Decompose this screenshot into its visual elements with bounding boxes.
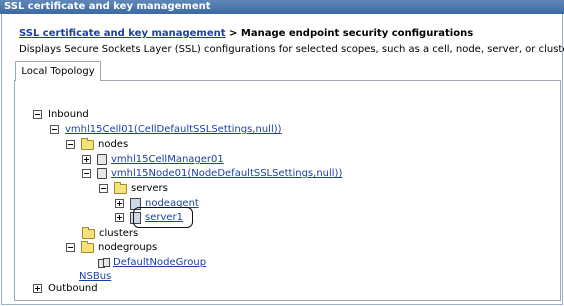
tree-item-nodes: nodes (66, 137, 129, 151)
tree-item-nodegroups: nodegroups (66, 240, 158, 254)
tree-label-nodes: nodes (98, 139, 129, 150)
tab-body (14, 80, 561, 301)
collapse-toggle-icon[interactable] (82, 169, 91, 178)
tab-local-topology[interactable]: Local Topology (15, 61, 101, 81)
tree-label-outbound: Outbound (48, 283, 98, 294)
tree-link-node[interactable]: vmhl15Node01(NodeDefaultSSLSettings,null… (111, 167, 342, 180)
folder-icon (81, 240, 94, 253)
expand-toggle-icon[interactable] (33, 284, 42, 293)
window-title: SSL certificate and key management (0, 0, 564, 14)
node-group-icon (98, 258, 110, 268)
breadcrumb-separator: > (229, 28, 238, 39)
collapse-toggle-icon[interactable] (50, 125, 59, 134)
tree-link-default-node-group[interactable]: DefaultNodeGroup (113, 256, 206, 269)
tree-item-servers: servers (99, 181, 168, 195)
tree-label-inbound: Inbound (48, 109, 89, 120)
tree-item-cell: vmhl15Cell01(CellDefaultSSLSettings,null… (50, 123, 282, 136)
collapse-toggle-icon[interactable] (66, 243, 75, 252)
node-icon (97, 168, 107, 179)
folder-icon (82, 226, 95, 239)
tree-item-cell-manager: vmhl15CellManager01 (82, 153, 224, 166)
tree-label-nodegroups: nodegroups (98, 242, 158, 253)
breadcrumb-link-ssl-management[interactable]: SSL certificate and key management (19, 28, 226, 39)
server1-highlight-outline (133, 207, 193, 228)
breadcrumb: SSL certificate and key management > Man… (19, 28, 473, 39)
breadcrumb-current: Manage endpoint security configurations (240, 28, 474, 39)
collapse-toggle-icon[interactable] (99, 184, 108, 193)
folder-icon (81, 137, 94, 150)
tree-link-cell-manager[interactable]: vmhl15CellManager01 (111, 153, 224, 166)
tree-item-outbound: Outbound (33, 282, 98, 295)
collapse-toggle-icon[interactable] (66, 140, 75, 149)
collapse-toggle-icon[interactable] (33, 110, 42, 119)
expand-toggle-icon[interactable] (115, 199, 124, 208)
page: SSL certificate and key management SSL c… (0, 0, 564, 306)
page-description: Displays Secure Sockets Layer (SSL) conf… (19, 44, 564, 55)
tree-item-node: vmhl15Node01(NodeDefaultSSLSettings,null… (82, 167, 342, 180)
expand-toggle-icon[interactable] (82, 155, 91, 164)
tree-item-default-node-group: DefaultNodeGroup (98, 256, 206, 269)
tree-label-servers: servers (131, 183, 168, 194)
open-folder-icon (114, 181, 127, 194)
node-icon (97, 154, 107, 165)
tree-label-clusters: clusters (99, 228, 139, 239)
expand-toggle-icon[interactable] (115, 213, 124, 222)
tree-link-cell[interactable]: vmhl15Cell01(CellDefaultSSLSettings,null… (65, 123, 282, 136)
tree-item-clusters: clusters (82, 226, 139, 240)
tree-item-inbound: Inbound (33, 108, 89, 121)
